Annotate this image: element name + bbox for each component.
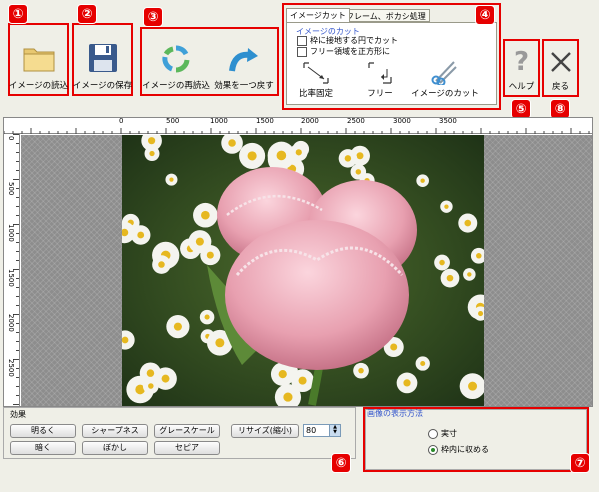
free-cut-label: フリー xyxy=(367,89,393,99)
save-image-button[interactable]: イメージの保存 xyxy=(72,25,133,94)
marker-7: ⑦ xyxy=(570,453,590,473)
grayscale-button[interactable]: グレースケール xyxy=(154,424,220,438)
brighten-button[interactable]: 明るく xyxy=(10,424,76,438)
tab-frame-blur[interactable]: フレーム、ボカシ処理 xyxy=(342,9,430,22)
v-label-1000: 1000 xyxy=(7,224,15,242)
canvas-background-right xyxy=(484,135,592,406)
circle-cut-label: 枠に接地する円でカット xyxy=(310,36,398,45)
marker-1: ① xyxy=(8,4,28,24)
actual-size-label: 実寸 xyxy=(441,429,457,438)
h-label-2500: 2500 xyxy=(347,117,365,125)
cut-image-button[interactable]: イメージのカット xyxy=(410,58,480,102)
tab-image-cut[interactable]: イメージカット xyxy=(286,8,350,22)
marker-6: ⑥ xyxy=(331,453,351,473)
fit-frame-label: 枠内に収める xyxy=(441,445,489,454)
open-image-button[interactable]: イメージの読込 xyxy=(8,25,69,94)
sepia-button[interactable]: セピア xyxy=(154,441,220,455)
h-label-500: 500 xyxy=(166,117,180,125)
fixed-ratio-icon xyxy=(303,62,329,84)
marker-4: ④ xyxy=(475,5,495,25)
horizontal-ruler-ticks xyxy=(4,128,590,134)
v-label-0: 0 xyxy=(7,136,15,141)
fixed-ratio-label: 比率固定 xyxy=(298,89,333,99)
v-label-1500: 1500 xyxy=(7,269,15,287)
scissors-icon xyxy=(431,61,457,85)
marker-3: ③ xyxy=(143,7,163,27)
free-cut-button[interactable]: フリー xyxy=(360,58,400,102)
undo-arrow-icon xyxy=(229,48,258,72)
darken-button[interactable]: 暗く xyxy=(10,441,76,455)
h-label-3500: 3500 xyxy=(439,117,457,125)
resize-spinner[interactable]: ▲ ▼ xyxy=(329,425,340,436)
marker-5: ⑤ xyxy=(511,99,531,119)
resize-shrink-button[interactable]: リサイズ(縮小) xyxy=(231,424,299,438)
h-label-1500: 1500 xyxy=(256,117,274,125)
actual-size-radio[interactable] xyxy=(428,428,438,439)
floppy-disk-icon xyxy=(88,44,117,72)
h-label-2000: 2000 xyxy=(301,117,319,125)
close-x-icon xyxy=(550,52,571,72)
marker-8: ⑧ xyxy=(550,99,570,119)
marker-2: ② xyxy=(77,4,97,24)
h-label-0: 0 xyxy=(119,117,124,125)
undo-effect-button[interactable]: 効果を一つ戻す xyxy=(211,29,277,94)
canvas-background-left xyxy=(21,135,122,406)
h-label-1000: 1000 xyxy=(210,117,228,125)
option-fit-frame[interactable]: 枠内に収める xyxy=(428,444,489,455)
circle-cut-checkbox[interactable] xyxy=(297,35,307,46)
back-button[interactable]: 戻る xyxy=(544,41,577,95)
cut-image-label: イメージのカット xyxy=(411,89,479,99)
help-label: ヘルプ xyxy=(508,82,535,92)
square-free-checkbox[interactable] xyxy=(297,46,307,57)
horizontal-ruler xyxy=(4,118,592,134)
sharpen-button[interactable]: シャープネス xyxy=(82,424,148,438)
option-circle-cut[interactable]: 枠に接地する円でカット xyxy=(297,35,398,46)
fixed-ratio-button[interactable]: 比率固定 xyxy=(296,58,336,102)
blur-button[interactable]: ぼかし xyxy=(82,441,148,455)
effects-title: 効果 xyxy=(10,410,26,419)
option-actual-size[interactable]: 実寸 xyxy=(428,428,457,439)
folder-icon xyxy=(23,48,54,72)
undo-effect-label: 効果を一つ戻す xyxy=(214,81,274,91)
resize-value: 80 xyxy=(306,426,317,435)
help-button[interactable]: ? ヘルプ xyxy=(505,41,538,95)
tulip-photo[interactable] xyxy=(122,135,484,406)
v-label-2500: 2500 xyxy=(7,359,15,377)
reload-image-label: イメージの再読込 xyxy=(142,81,210,91)
v-label-2000: 2000 xyxy=(7,314,15,332)
free-cut-icon xyxy=(368,62,392,84)
option-square-free[interactable]: フリー領域を正方形に xyxy=(297,46,390,57)
reload-icon xyxy=(162,45,190,73)
fit-frame-radio[interactable] xyxy=(428,444,438,455)
display-method-title: 画像の表示方法 xyxy=(367,409,423,418)
square-free-label: フリー領域を正方形に xyxy=(310,47,390,56)
tulip-front xyxy=(225,220,409,370)
v-label-500: 500 xyxy=(7,182,15,196)
help-question-icon: ? xyxy=(513,47,530,77)
reload-image-button[interactable]: イメージの再読込 xyxy=(142,29,210,94)
tulip-photo-graphic xyxy=(122,135,484,406)
back-label: 戻る xyxy=(551,82,569,92)
h-label-3000: 3000 xyxy=(393,117,411,125)
open-image-label: イメージの読込 xyxy=(8,81,69,91)
save-image-label: イメージの保存 xyxy=(72,81,133,91)
